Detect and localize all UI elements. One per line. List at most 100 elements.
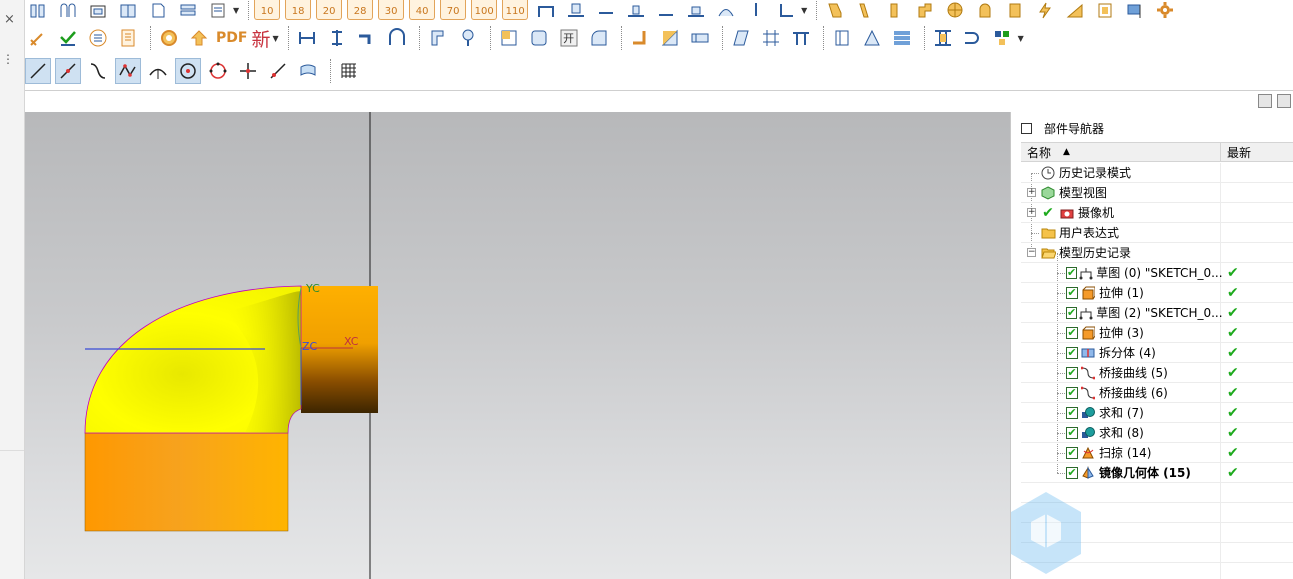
more-options-icon[interactable]: ⋮ xyxy=(2,52,15,66)
ramp-tool-icon[interactable] xyxy=(1062,0,1088,20)
vertical-dimension-icon[interactable] xyxy=(324,25,350,51)
tree-row-feature[interactable]: ✔ 拆分体 (4) ✔ xyxy=(1021,342,1293,363)
line-point-icon[interactable] xyxy=(55,58,81,84)
collapse-toggle[interactable]: − xyxy=(1027,247,1036,257)
layer-10-button[interactable]: 10 xyxy=(254,0,281,20)
flange-tool-icon[interactable] xyxy=(882,0,908,20)
tree-row-history-mode[interactable]: 历史记录模式 xyxy=(1021,162,1293,183)
feature-visibility-checkbox[interactable]: ✔ xyxy=(1066,286,1078,299)
post-tool-icon[interactable] xyxy=(743,0,769,20)
tree-row-feature[interactable]: ✔ 求和 (7) ✔ xyxy=(1021,402,1293,423)
bridge-curve-tool-icon[interactable] xyxy=(85,58,111,84)
pipe-bend-icon[interactable] xyxy=(354,25,380,51)
feature-visibility-checkbox[interactable]: ✔ xyxy=(1066,346,1078,359)
tree-row-user-expressions[interactable]: 用户表达式 xyxy=(1021,222,1293,243)
rounded-square-icon[interactable] xyxy=(526,25,552,51)
triangle-split-icon[interactable] xyxy=(657,25,683,51)
chevron-down-icon[interactable]: ▼ xyxy=(272,34,278,43)
bar-tool-icon[interactable] xyxy=(653,0,679,20)
fillet-icon[interactable] xyxy=(586,25,612,51)
feature-visibility-checkbox[interactable]: ✔ xyxy=(1066,266,1078,279)
grid-icon[interactable] xyxy=(758,25,784,51)
layer-70-button[interactable]: 70 xyxy=(440,0,467,20)
support-tool-icon[interactable] xyxy=(683,0,709,20)
line-tool-icon[interactable] xyxy=(593,0,619,20)
horizontal-channel-icon[interactable] xyxy=(687,25,713,51)
mesh-grid-icon[interactable] xyxy=(336,58,362,84)
dimension-span-icon[interactable] xyxy=(294,25,320,51)
close-icon[interactable]: × xyxy=(4,12,15,27)
tube-tool-icon[interactable] xyxy=(55,0,81,20)
layer-100-button[interactable]: 100 xyxy=(471,0,498,20)
tree-row-model-history[interactable]: − 模型历史记录 xyxy=(1021,242,1293,263)
bracket-column-icon[interactable] xyxy=(930,25,956,51)
location-pin-icon[interactable] xyxy=(455,25,481,51)
tree-row-feature[interactable]: ✔ 镜像几何体 (15) ✔ xyxy=(1021,462,1293,483)
stack-tool-icon[interactable] xyxy=(175,0,201,20)
lightning-tool-icon[interactable] xyxy=(1032,0,1058,20)
joint-tool-icon[interactable] xyxy=(912,0,938,20)
feature-visibility-checkbox[interactable]: ✔ xyxy=(1066,326,1078,339)
feature-visibility-checkbox[interactable]: ✔ xyxy=(1066,446,1078,459)
export-pdf-button[interactable]: PDF xyxy=(216,26,247,50)
line-icon[interactable] xyxy=(25,58,51,84)
spline-icon[interactable] xyxy=(115,58,141,84)
expand-toggle[interactable]: + xyxy=(1027,207,1036,217)
layer-40-button[interactable]: 40 xyxy=(409,0,436,20)
sketch-edit-icon[interactable] xyxy=(25,25,51,51)
gate-tool-icon[interactable] xyxy=(533,0,559,20)
layer-20-button[interactable]: 20 xyxy=(316,0,343,20)
feature-visibility-checkbox[interactable]: ✔ xyxy=(1066,406,1078,419)
bend-tool-icon[interactable] xyxy=(852,0,878,20)
line-endpoint-icon[interactable] xyxy=(265,58,291,84)
new-button[interactable]: 新 xyxy=(251,26,270,51)
tree-row-feature[interactable]: ✔ 拉伸 (1) ✔ xyxy=(1021,282,1293,303)
layer-18-button[interactable]: 18 xyxy=(285,0,312,20)
gear-icon[interactable] xyxy=(1152,0,1178,20)
chevron-down-icon[interactable]: ▼ xyxy=(1018,34,1024,43)
shape-tool-icon[interactable] xyxy=(822,0,848,20)
up-arrow-icon[interactable] xyxy=(186,25,212,51)
circle-center-icon[interactable] xyxy=(175,58,201,84)
list-circle-icon[interactable] xyxy=(85,25,111,51)
arc-tool-icon[interactable] xyxy=(713,0,739,20)
tree-row-feature[interactable]: ✔ 扫掠 (14) ✔ xyxy=(1021,442,1293,463)
panel-icon[interactable] xyxy=(829,25,855,51)
graphics-viewport[interactable]: YC ZC XC xyxy=(25,112,1010,579)
l-bracket-icon[interactable] xyxy=(627,25,653,51)
curve-connector-icon[interactable] xyxy=(960,25,986,51)
cap-tool-icon[interactable] xyxy=(972,0,998,20)
tree-row-model-views[interactable]: + 模型视图 xyxy=(1021,182,1293,203)
surface-icon[interactable] xyxy=(295,58,321,84)
expand-toggle[interactable]: + xyxy=(1027,187,1036,197)
tree-row-camera[interactable]: + ✔ 摄像机 xyxy=(1021,202,1293,223)
tree-row-feature[interactable]: ✔ 草图 (0) "SKETCH_0... ✔ xyxy=(1021,262,1293,283)
settings-ring-icon[interactable] xyxy=(156,25,182,51)
plate-tool-icon[interactable] xyxy=(1002,0,1028,20)
panel-pin-icon[interactable] xyxy=(1277,94,1291,108)
sphere-tool-icon[interactable] xyxy=(942,0,968,20)
tree-row-feature[interactable]: ✔ 桥接曲线 (5) ✔ xyxy=(1021,362,1293,383)
frame-edit-tool-icon[interactable] xyxy=(1092,0,1118,20)
point-cross-icon[interactable] xyxy=(235,58,261,84)
wedge-icon[interactable] xyxy=(859,25,885,51)
feature-visibility-checkbox[interactable]: ✔ xyxy=(1066,426,1078,439)
tree-row-feature[interactable]: ✔ 拉伸 (3) ✔ xyxy=(1021,322,1293,343)
model-canvas[interactable]: YC ZC XC xyxy=(25,112,1010,579)
chevron-down-icon[interactable]: ▼ xyxy=(801,6,807,15)
page-tool-icon[interactable] xyxy=(145,0,171,20)
circle-points-icon[interactable] xyxy=(205,58,231,84)
block-tool-icon[interactable] xyxy=(115,0,141,20)
column-tool-icon[interactable] xyxy=(425,25,451,51)
base-tool-icon[interactable] xyxy=(563,0,589,20)
document-list-icon[interactable] xyxy=(115,25,141,51)
colorful-blocks-icon[interactable] xyxy=(990,25,1016,51)
column-header-latest[interactable]: 最新 xyxy=(1221,143,1251,161)
corner-block-icon[interactable] xyxy=(496,25,522,51)
feature-visibility-checkbox[interactable]: ✔ xyxy=(1066,306,1078,319)
feature-visibility-checkbox[interactable]: ✔ xyxy=(1066,466,1078,479)
pedestal-tool-icon[interactable] xyxy=(623,0,649,20)
parallelogram-icon[interactable] xyxy=(728,25,754,51)
resource-bar-toggle-icon[interactable] xyxy=(1258,94,1272,108)
corner-tool-icon[interactable] xyxy=(773,0,799,20)
